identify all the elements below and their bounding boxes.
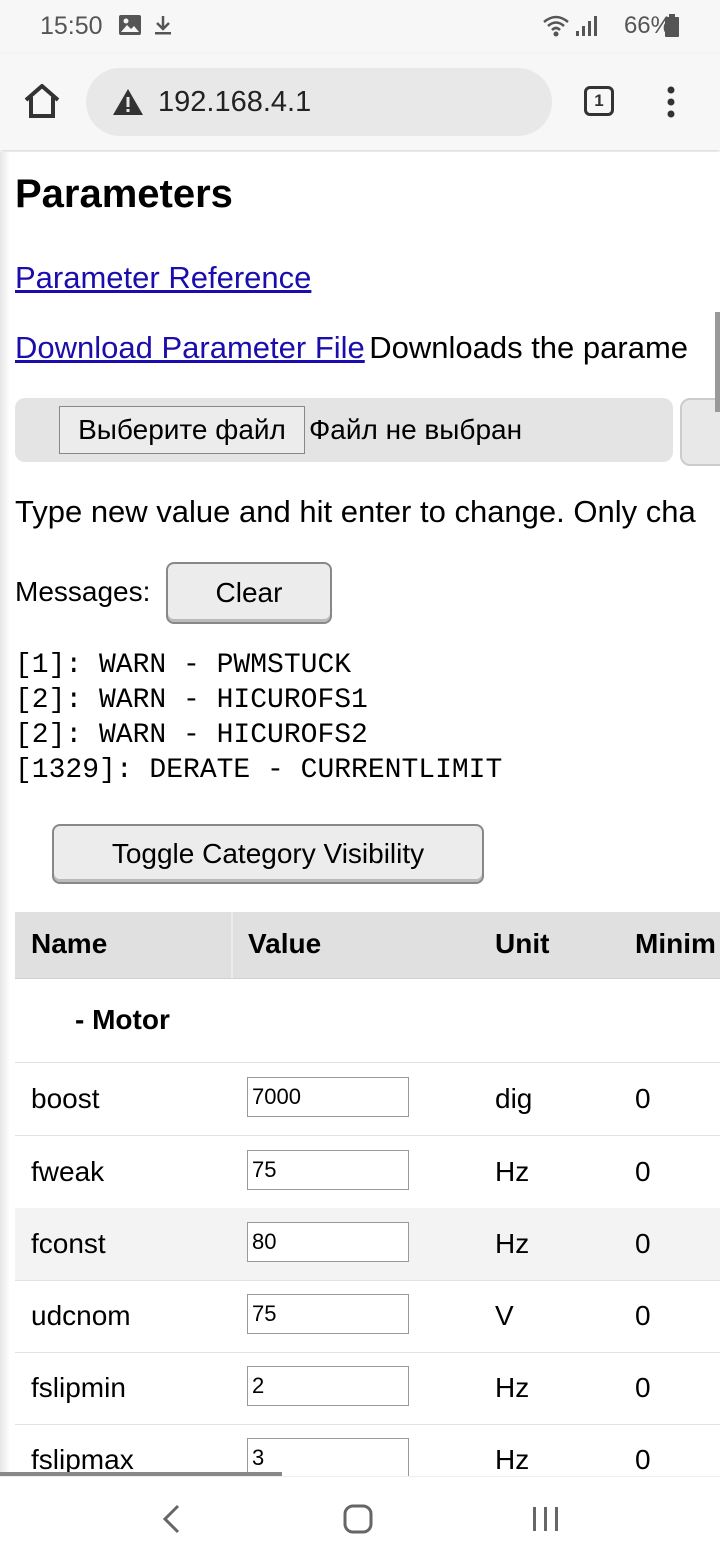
table-row: fweak Hz 0 [15,1136,720,1209]
edge-shadow [0,152,10,1476]
message-line: [1]: WARN - PWMSTUCK [15,650,352,681]
browser-toolbar: 192.168.4.1 1 [0,54,720,150]
category-label[interactable]: - Motor [75,1004,170,1036]
param-min: 0 [635,1228,651,1259]
param-value-input[interactable] [247,1150,409,1190]
back-icon[interactable] [160,1503,182,1540]
url-text[interactable]: 192.168.4.1 [158,86,311,119]
toggle-category-button[interactable]: Toggle Category Visibility [52,824,484,884]
page-content: Parameters Parameter Reference Download … [0,152,720,1476]
param-min: 0 [635,1156,651,1187]
parameter-reference-link[interactable]: Parameter Reference [15,260,311,296]
table-row: fconst Hz 0 [15,1208,720,1281]
warning-icon[interactable] [112,88,144,121]
download-icon [152,14,174,41]
param-unit: Hz [495,1156,530,1187]
messages-log: [1]: WARN - PWMSTUCK [2]: WARN - HICUROF… [15,648,502,788]
param-min: 0 [635,1083,651,1114]
battery-icon [664,14,680,43]
param-name: fslipmin [31,1372,126,1403]
page-title: Parameters [15,172,233,216]
image-icon [118,14,142,41]
param-name: boost [31,1083,100,1114]
param-value-input[interactable] [247,1294,409,1334]
param-unit: Hz [495,1228,530,1259]
param-value-input[interactable] [247,1222,409,1262]
download-description: Downloads the parame [369,330,689,365]
param-unit: Hz [495,1444,530,1475]
param-unit: dig [495,1083,533,1114]
navigation-bar [0,1476,720,1561]
param-name: udcnom [31,1300,131,1331]
param-unit: Hz [495,1372,530,1403]
file-status: Файл не выбран [309,414,523,445]
param-min: 0 [635,1444,651,1475]
tab-switcher-button[interactable]: 1 [584,86,614,116]
instructions-text: Type new value and hit enter to change. … [15,494,696,529]
param-value-input[interactable] [247,1438,409,1476]
table-row: fslipmin Hz 0 [15,1352,720,1425]
choose-file-button[interactable]: Выберите файл [59,406,305,454]
home-icon[interactable] [22,82,62,125]
param-name: fconst [31,1228,106,1259]
address-bar[interactable]: 192.168.4.1 [86,68,552,136]
home-nav-icon[interactable] [342,1503,374,1540]
column-divider [231,912,233,978]
upload-button[interactable] [680,398,720,466]
status-bar: 15:50 66% [0,0,720,54]
signal-icon [574,14,598,43]
table-header: Name Value Unit Minim [15,912,720,979]
vertical-scrollbar[interactable] [715,312,720,412]
param-value-input[interactable] [247,1077,409,1117]
message-line: [1329]: DERATE - CURRENTLIMIT [15,755,503,786]
file-upload-box: Выберите файл Файл не выбран [15,398,673,462]
header-unit: Unit [495,928,550,959]
category-row[interactable]: - Motor [15,978,720,1063]
table-row: boost dig 0 [15,1063,720,1136]
param-min: 0 [635,1300,651,1331]
message-line: [2]: WARN - HICUROFS1 [15,685,368,716]
message-line: [2]: WARN - HICUROFS2 [15,720,368,751]
table-row: udcnom V 0 [15,1280,720,1353]
clear-button[interactable]: Clear [166,562,332,624]
header-minimum: Minim [635,928,716,959]
header-name: Name [31,928,108,959]
param-unit: V [495,1300,514,1331]
download-parameter-link[interactable]: Download Parameter File [15,330,365,365]
status-time: 15:50 [40,12,103,40]
download-row: Download Parameter File Downloads the pa… [15,330,688,366]
param-min: 0 [635,1372,651,1403]
param-value-input[interactable] [247,1366,409,1406]
recents-icon[interactable] [530,1505,562,1538]
header-value: Value [248,928,322,959]
table-row: fslipmax Hz 0 [15,1424,720,1476]
param-name: fweak [31,1156,105,1187]
messages-label: Messages: [15,576,151,607]
wifi-icon [542,14,570,43]
menu-icon[interactable] [666,86,676,123]
